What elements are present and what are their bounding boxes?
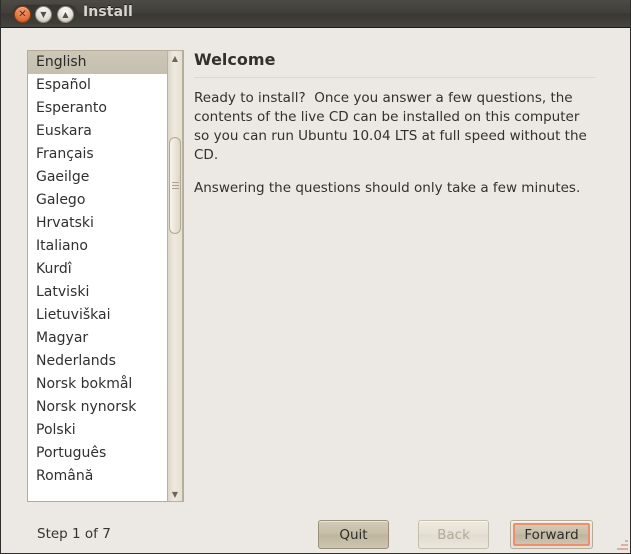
step-indicator: Step 1 of 7 [37,526,111,542]
dialog-content: English Español Esperanto Euskara Français Ga… [1,28,630,552]
forward-button-label: Forward [513,523,590,546]
list-item[interactable]: Euskara [28,120,183,143]
list-item[interactable]: Hrvatski [28,212,183,235]
maximize-glyph: ▲ [62,9,69,19]
language-list: English Español Esperanto Euskara Français Ga… [28,51,183,488]
maximize-icon[interactable]: ▲ [57,6,74,23]
list-item[interactable]: Gaeilge [28,166,183,189]
scrollbar-thumb[interactable] [169,137,181,234]
list-item[interactable]: Kurdî [28,258,183,281]
minimize-glyph: ▼ [40,9,47,19]
scroll-up-arrow-icon[interactable]: ▲ [168,51,182,65]
list-item[interactable]: Galego [28,189,183,212]
language-listbox[interactable]: English Español Esperanto Euskara Français Ga… [27,50,184,502]
list-item[interactable]: Română [28,465,183,488]
close-icon[interactable]: ✕ [14,6,31,23]
window-controls-group: ✕ ▼ ▲ [12,4,78,24]
list-item[interactable]: English [28,51,183,74]
scroll-down-arrow-icon[interactable]: ▼ [168,487,182,501]
welcome-paragraph-2: Answering the questions should only take… [194,180,581,196]
list-item[interactable]: Español [28,74,183,97]
list-item[interactable]: Norsk nynorsk [28,396,183,419]
page-title: Welcome [194,50,276,69]
list-item[interactable]: Nederlands [28,350,183,373]
list-item[interactable]: Latviski [28,281,183,304]
minimize-icon[interactable]: ▼ [35,6,52,23]
forward-button[interactable]: Forward [510,520,593,549]
list-item[interactable]: Português [28,442,183,465]
heading-divider [194,77,596,78]
welcome-pane: Welcome Ready to install? Once you answe… [194,50,596,198]
titlebar[interactable]: ✕ ▼ ▲ Install [1,0,630,28]
scrollbar-grip-icon [172,182,179,189]
resize-grip-icon[interactable] [616,538,628,550]
back-button: Back [418,520,489,549]
quit-button[interactable]: Quit [318,520,389,549]
close-glyph: ✕ [18,8,27,20]
language-list-scrollbar[interactable]: ▲ ▼ [167,50,183,502]
window-title: Install [83,4,133,20]
list-item[interactable]: Lietuviškai [28,304,183,327]
list-item[interactable]: Magyar [28,327,183,350]
install-window: ✕ ▼ ▲ Install English Español Esperanto Eus… [0,0,631,554]
welcome-paragraph-1: Ready to install? Once you answer a few … [194,90,592,163]
list-item[interactable]: Français [28,143,183,166]
list-item[interactable]: Polski [28,419,183,442]
list-item[interactable]: Italiano [28,235,183,258]
list-item[interactable]: Esperanto [28,97,183,120]
list-item[interactable]: Norsk bokmål [28,373,183,396]
